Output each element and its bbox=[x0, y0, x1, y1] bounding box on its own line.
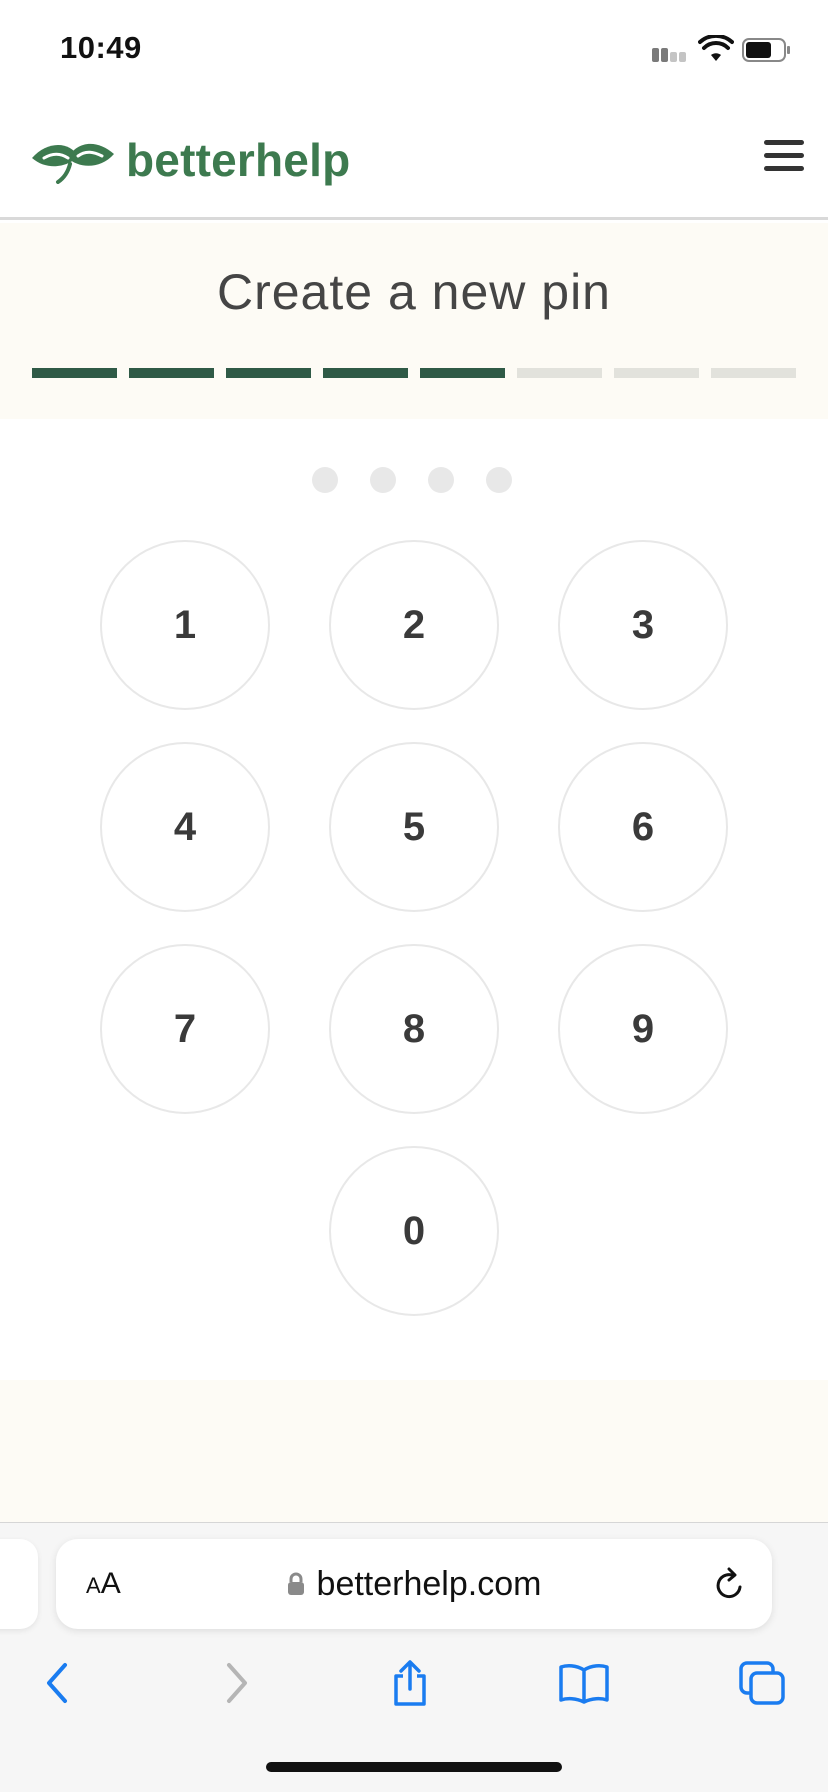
tabs-icon[interactable] bbox=[732, 1653, 792, 1713]
progress-segment-complete bbox=[420, 368, 505, 378]
browser-toolbar: betterhelp.com AA bbox=[0, 1522, 828, 1792]
pin-dot bbox=[486, 467, 512, 493]
keypad-key-9[interactable]: 9 bbox=[558, 944, 728, 1114]
browser-nav-row bbox=[0, 1653, 828, 1733]
pin-dot bbox=[370, 467, 396, 493]
page-footer-band bbox=[0, 1380, 828, 1522]
progress-segment-pending bbox=[517, 368, 602, 378]
reload-icon[interactable] bbox=[712, 1567, 746, 1603]
url-display[interactable]: betterhelp.com bbox=[56, 1539, 772, 1629]
screen: 10:49 betterhelp Create a new pin 1 2 3 … bbox=[0, 0, 828, 1792]
pin-dot bbox=[428, 467, 454, 493]
wifi-icon bbox=[698, 35, 734, 61]
progress-bar bbox=[32, 368, 796, 378]
hands-leaf-logo-icon bbox=[32, 143, 114, 184]
keypad-key-6[interactable]: 6 bbox=[558, 742, 728, 912]
status-bar: 10:49 bbox=[0, 0, 828, 100]
progress-segment-pending bbox=[711, 368, 796, 378]
pin-title-section: Create a new pin bbox=[0, 223, 828, 419]
share-icon[interactable] bbox=[380, 1653, 440, 1713]
keypad-key-0[interactable]: 0 bbox=[329, 1146, 499, 1316]
home-indicator bbox=[266, 1762, 562, 1772]
text-size-small-label: A bbox=[86, 1573, 101, 1598]
progress-segment-complete bbox=[129, 368, 214, 378]
brand-logo[interactable]: betterhelp bbox=[30, 130, 350, 190]
previous-tab-preview[interactable] bbox=[0, 1539, 38, 1629]
page-title: Create a new pin bbox=[216, 264, 611, 320]
keypad-key-8[interactable]: 8 bbox=[329, 944, 499, 1114]
brand-name: betterhelp bbox=[126, 134, 351, 186]
cellular-signal-icon bbox=[652, 48, 690, 62]
address-bar[interactable]: betterhelp.com AA bbox=[56, 1539, 772, 1629]
keypad-key-4[interactable]: 4 bbox=[100, 742, 270, 912]
keypad-key-3[interactable]: 3 bbox=[558, 540, 728, 710]
progress-segment-pending bbox=[614, 368, 699, 378]
text-size-button[interactable]: AA bbox=[86, 1567, 121, 1601]
keypad-key-1[interactable]: 1 bbox=[100, 540, 270, 710]
hamburger-menu-icon[interactable] bbox=[764, 140, 804, 176]
forward-arrow-icon[interactable] bbox=[206, 1653, 266, 1713]
status-time: 10:49 bbox=[60, 30, 142, 65]
site-header: betterhelp bbox=[0, 100, 828, 220]
text-size-large-label: A bbox=[100, 1567, 121, 1600]
url-text: betterhelp.com bbox=[316, 1564, 542, 1603]
pin-indicator bbox=[312, 467, 512, 493]
keypad-key-7[interactable]: 7 bbox=[100, 944, 270, 1114]
back-arrow-icon[interactable] bbox=[28, 1653, 88, 1713]
battery-icon bbox=[742, 38, 790, 62]
progress-segment-complete bbox=[323, 368, 408, 378]
progress-segment-complete bbox=[226, 368, 311, 378]
bookmarks-icon[interactable] bbox=[554, 1653, 614, 1713]
progress-segment-complete bbox=[32, 368, 117, 378]
keypad-key-5[interactable]: 5 bbox=[329, 742, 499, 912]
pin-dot bbox=[312, 467, 338, 493]
keypad-key-2[interactable]: 2 bbox=[329, 540, 499, 710]
lock-icon bbox=[287, 1572, 304, 1595]
